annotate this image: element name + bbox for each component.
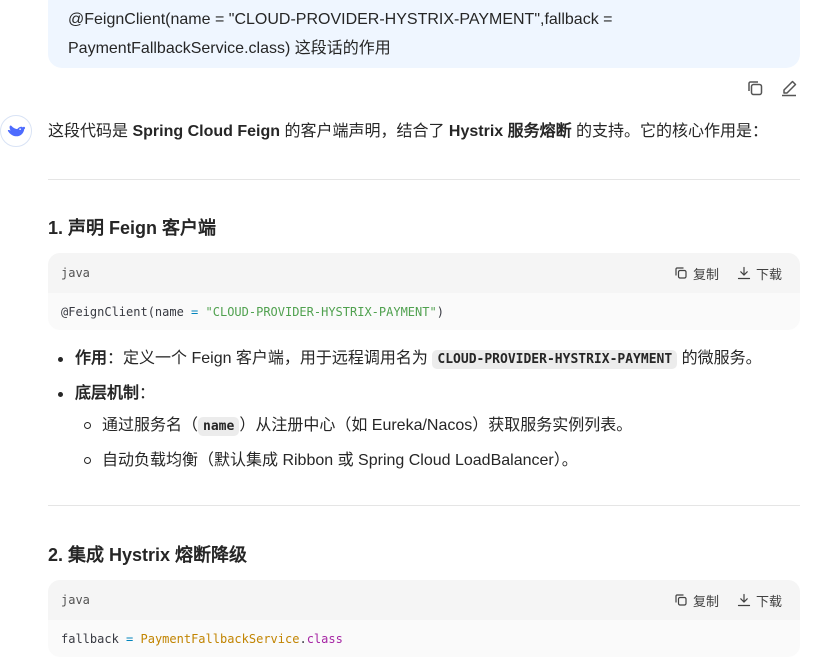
- code-body: @FeignClient(name = "CLOUD-PROVIDER-HYST…: [48, 293, 800, 330]
- sub-list-item: 通过服务名（ name ）从注册中心（如 Eureka/Nacos）获取服务实例列表…: [75, 414, 762, 439]
- section-heading: 2. 集成 Hystrix 熔断降级: [48, 545, 248, 565]
- code-body: fallback = PaymentFallbackService.class: [48, 620, 800, 657]
- user-message-bubble: @FeignClient(name = "CLOUD-PROVIDER-HYST…: [48, 0, 800, 68]
- divider: [48, 505, 800, 506]
- list-item-text: ：定义一个 Feign 客户端，用于远程调用名为: [107, 350, 433, 367]
- assistant-avatar: [0, 115, 32, 147]
- download-code-button[interactable]: 下载: [737, 264, 782, 283]
- intro-bold-spring-feign: Spring Cloud Feign: [132, 123, 280, 140]
- copy-label: 复制: [692, 593, 719, 609]
- code-language-label: java: [61, 593, 90, 607]
- code-tools: 复制 下载: [674, 591, 782, 610]
- copy-icon: [675, 594, 687, 606]
- list-item-text: ：: [139, 385, 156, 402]
- download-code-button[interactable]: 下载: [737, 591, 782, 610]
- list-item-label: 作用: [75, 350, 108, 367]
- inline-code: name: [198, 417, 240, 436]
- code-block-header: java 复制 下载: [48, 580, 800, 620]
- code-block: java 复制 下载 @FeignClient(name = "CLOUD-PR…: [48, 253, 800, 330]
- download-icon: [737, 593, 751, 607]
- code-token: .: [299, 632, 307, 646]
- code-tools: 复制 下载: [674, 264, 782, 283]
- code-token-keyword: class: [306, 632, 343, 646]
- code-token-string: "CLOUD-PROVIDER-HYSTRIX-PAYMENT": [205, 305, 437, 319]
- copy-icon[interactable]: [745, 78, 765, 98]
- code-block-header: java 复制 下载: [48, 253, 800, 293]
- assistant-intro: 这段代码是 Spring Cloud Feign 的客户端声明，结合了 Hyst…: [48, 120, 768, 144]
- bullet-list: 作用：定义一个 Feign 客户端，用于远程调用名为 CLOUD-PROVIDE…: [48, 347, 762, 483]
- list-item-text: ）从注册中心（如 Eureka/Nacos）获取服务实例列表。: [239, 417, 633, 434]
- code-token: ): [436, 305, 444, 319]
- list-item-text: 通过服务名（: [102, 417, 199, 434]
- intro-text: 的客户端声明，结合了: [280, 123, 449, 140]
- intro-text: 的支持。它的核心作用是：: [571, 123, 769, 140]
- user-message-line-1: @FeignClient(name = "CLOUD-PROVIDER-HYST…: [68, 11, 613, 28]
- copy-code-button[interactable]: 复制: [674, 264, 719, 283]
- user-message-actions: [745, 78, 799, 98]
- copy-label: 复制: [692, 266, 719, 282]
- list-item-text: 自动负载均衡（默认集成 Ribbon 或 Spring Cloud LoadBa…: [102, 452, 578, 469]
- list-item: 底层机制： 通过服务名（ name ）从注册中心（如 Eureka/Nacos）获取…: [48, 382, 762, 473]
- intro-text: 这段代码是: [48, 123, 133, 140]
- user-message-line-2: PaymentFallbackService.class) 这段话的作用: [68, 40, 391, 57]
- intro-bold-hystrix: Hystrix 服务熔断: [448, 123, 572, 140]
- sub-list: 通过服务名（ name ）从注册中心（如 Eureka/Nacos）获取服务实例列表…: [75, 414, 762, 473]
- chat-page: @FeignClient(name = "CLOUD-PROVIDER-HYST…: [0, 0, 815, 672]
- download-icon: [737, 266, 751, 280]
- sub-list-item: 自动负载均衡（默认集成 Ribbon 或 Spring Cloud LoadBa…: [75, 449, 762, 473]
- download-label: 下载: [755, 593, 782, 609]
- code-block: java 复制 下载 fallback = PaymentFallbackSer…: [48, 580, 800, 657]
- code-token: fallback: [61, 632, 127, 646]
- inline-code: CLOUD-PROVIDER-HYSTRIX-PAYMENT: [432, 350, 678, 369]
- whale-logo-icon: [7, 125, 26, 137]
- code-token: @FeignClient(name: [61, 305, 192, 319]
- list-item: 作用：定义一个 Feign 客户端，用于远程调用名为 CLOUD-PROVIDE…: [48, 347, 762, 372]
- code-language-label: java: [61, 266, 90, 280]
- code-token-class: PaymentFallbackService: [140, 632, 300, 646]
- download-label: 下载: [755, 266, 782, 282]
- section-heading: 1. 声明 Feign 客户端: [48, 218, 217, 238]
- list-item-label: 底层机制: [75, 385, 140, 402]
- edit-icon[interactable]: [779, 78, 799, 98]
- copy-code-button[interactable]: 复制: [674, 591, 719, 610]
- copy-icon: [675, 267, 687, 279]
- divider: [48, 179, 800, 180]
- list-item-text: 的微服务。: [677, 350, 762, 367]
